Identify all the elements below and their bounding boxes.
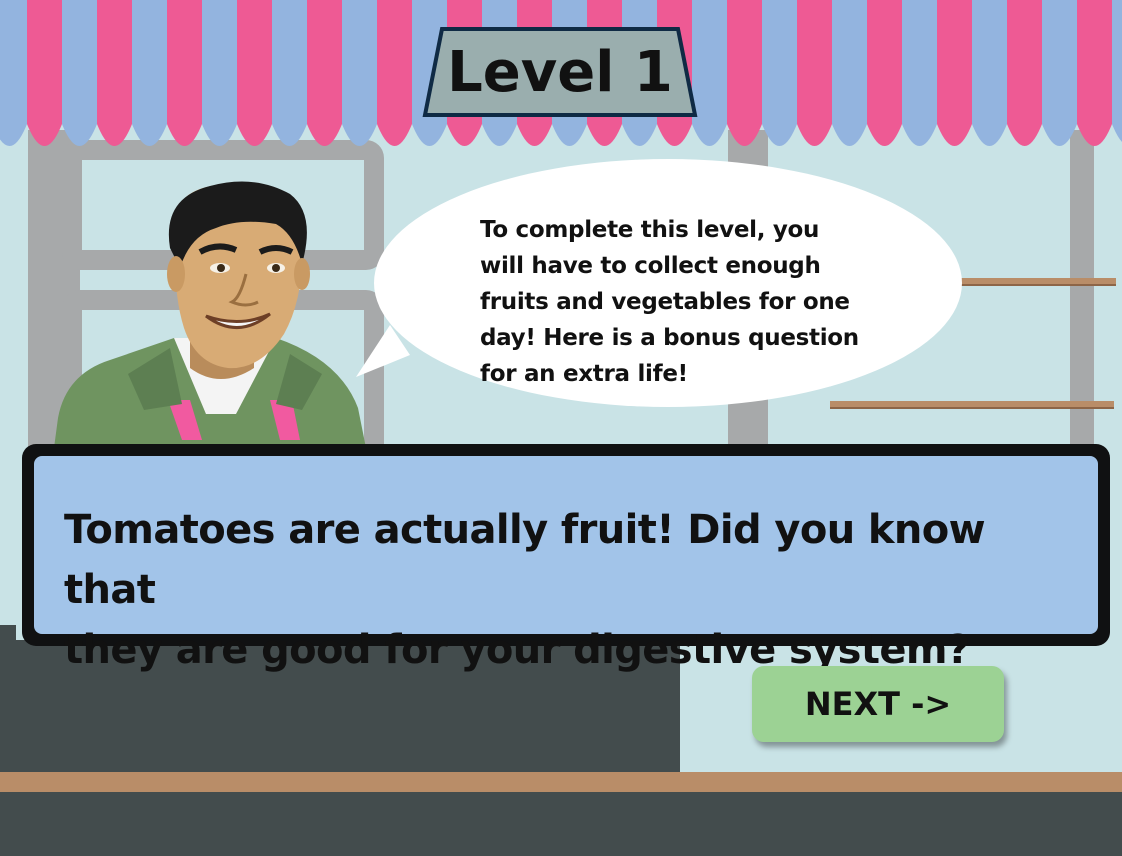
awning-stripe (1077, 0, 1112, 146)
awning-stripe (272, 0, 307, 146)
counter-top (0, 772, 1122, 792)
awning-stripe (202, 0, 237, 146)
awning-stripe (797, 0, 832, 146)
speech-bubble-line: day! Here is a bonus question (480, 325, 859, 351)
awning-stripe (762, 0, 797, 146)
awning-stripe (237, 0, 272, 146)
speech-bubble-line: will have to collect enough (480, 253, 821, 279)
awning-stripe (377, 0, 412, 146)
awning-stripe (62, 0, 97, 146)
awning-stripe (0, 0, 27, 146)
awning-stripe (1042, 0, 1077, 146)
question-box: Tomatoes are actually fruit! Did you kno… (22, 444, 1110, 673)
awning-stripe (832, 0, 867, 146)
awning-stripe (1112, 0, 1122, 142)
speech-bubble-text: To complete this level, you will have to… (480, 212, 880, 392)
awning-stripe (937, 0, 972, 146)
awning-stripe (867, 0, 902, 146)
awning-stripe (97, 0, 132, 146)
awning-stripe (27, 0, 62, 146)
speech-bubble-line: fruits and vegetables for one (480, 289, 850, 315)
question-line: Tomatoes are actually fruit! Did you kno… (64, 507, 986, 613)
level-title: Level 1 (447, 39, 673, 105)
game-scene: Level 1 To complete this level, you will… (0, 0, 1122, 856)
awning-stripe (132, 0, 167, 146)
speech-bubble-line: for an extra life! (480, 361, 688, 387)
awning-stripe (972, 0, 1007, 146)
awning-stripe (727, 0, 762, 146)
next-button[interactable]: NEXT -> (752, 666, 1004, 742)
awning-stripe (342, 0, 377, 146)
counter-edge (0, 625, 16, 645)
awning-stripe (902, 0, 937, 146)
shopkeeper-character (54, 181, 366, 448)
speech-bubble-line: To complete this level, you (480, 217, 820, 243)
counter-front (0, 792, 1122, 856)
level-sign: Level 1 (422, 26, 698, 118)
awning-stripe (307, 0, 342, 146)
awning-stripe (167, 0, 202, 146)
question-panel: Tomatoes are actually fruit! Did you kno… (34, 456, 1098, 673)
question-text: Tomatoes are actually fruit! Did you kno… (64, 500, 1068, 680)
awning-stripe (1007, 0, 1042, 146)
shelf-upper (952, 278, 1116, 286)
